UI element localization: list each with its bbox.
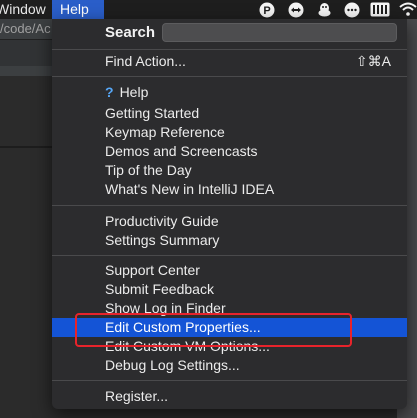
separator: [52, 205, 407, 206]
shortcut-label: ⇧⌘A: [355, 53, 391, 69]
menu-item-submit-feedback[interactable]: Submit Feedback: [52, 280, 407, 299]
separator: [52, 49, 407, 50]
menu-item-help[interactable]: ? Help: [52, 83, 407, 102]
editor-tab-strip: [0, 66, 60, 76]
menu-item-settings-summary[interactable]: Settings Summary: [52, 231, 407, 250]
search-row: Search: [52, 19, 407, 46]
svg-text:P: P: [263, 5, 270, 17]
menu-bar: Window Help P: [0, 0, 417, 19]
search-label: Search: [105, 24, 156, 41]
menu-item-find-action[interactable]: Find Action... ⇧⌘A: [52, 52, 407, 71]
separator: [52, 255, 407, 256]
help-question-icon: ?: [105, 84, 114, 100]
menu-window[interactable]: Window: [0, 0, 46, 19]
menu-item-demos-screencasts[interactable]: Demos and Screencasts: [52, 142, 407, 161]
menu-item-support-center[interactable]: Support Center: [52, 261, 407, 280]
menu-item-productivity-guide[interactable]: Productivity Guide: [52, 212, 407, 231]
menu-item-getting-started[interactable]: Getting Started: [52, 104, 407, 123]
editor-path-bar: /code/Ac: [0, 19, 60, 40]
menu-item-keymap-reference[interactable]: Keymap Reference: [52, 123, 407, 142]
menu-item-register[interactable]: Register...: [52, 387, 407, 406]
screen: /code/Ac Window Help P Search Find Actio…: [0, 0, 417, 418]
menu-item-debug-log-settings[interactable]: Debug Log Settings...: [52, 356, 407, 375]
editor-divider: [0, 146, 60, 148]
separator: [52, 380, 407, 381]
menu-help[interactable]: Help: [52, 0, 104, 19]
help-menu-dropdown: Search Find Action... ⇧⌘A ? Help Getting …: [52, 19, 407, 409]
search-input[interactable]: [162, 23, 397, 42]
editor-toolbar: [0, 40, 60, 66]
highlight-annotation-box: [75, 313, 352, 347]
menu-item-tip-of-the-day[interactable]: Tip of the Day: [52, 161, 407, 180]
separator: [52, 76, 407, 77]
menu-item-whats-new[interactable]: What's New in IntelliJ IDEA: [52, 180, 407, 199]
editor-path-text: /code/Ac: [0, 21, 51, 36]
